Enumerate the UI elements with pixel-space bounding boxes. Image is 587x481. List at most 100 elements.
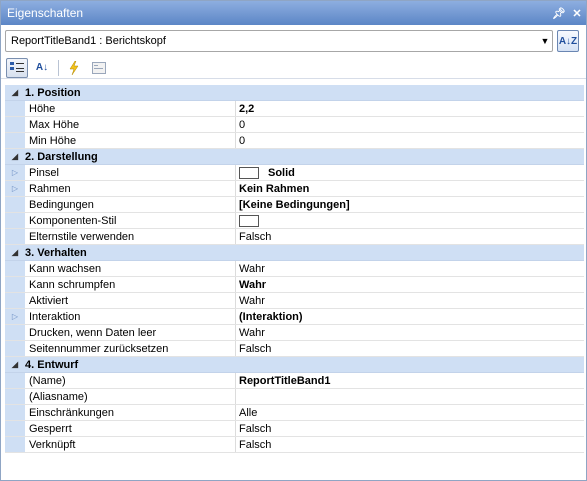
property-value[interactable]: Wahr: [236, 277, 584, 292]
property-row[interactable]: Kann wachsen Wahr: [5, 261, 584, 277]
expand-icon[interactable]: ▷: [5, 181, 25, 196]
category-label: 1. Position: [25, 86, 81, 99]
property-pages-button[interactable]: [88, 58, 110, 78]
property-value[interactable]: Falsch: [236, 437, 584, 452]
row-gutter: [5, 197, 25, 212]
category-header[interactable]: ◢ 4. Entwurf: [5, 357, 584, 373]
property-name: Kann schrumpfen: [25, 277, 236, 292]
property-value-text: 2,2: [239, 102, 255, 115]
category-label: 2. Darstellung: [25, 150, 98, 163]
title-bar: Eigenschaften 📌︎ ✕: [1, 1, 586, 25]
row-gutter: [5, 213, 25, 228]
property-row[interactable]: ▷ Rahmen Kein Rahmen: [5, 181, 584, 197]
property-value[interactable]: Kein Rahmen: [236, 181, 584, 196]
property-value[interactable]: Falsch: [236, 341, 584, 356]
property-row[interactable]: Max Höhe 0: [5, 117, 584, 133]
property-value[interactable]: [236, 213, 584, 228]
events-button[interactable]: [63, 58, 85, 78]
property-row[interactable]: (Aliasname): [5, 389, 584, 405]
pin-icon[interactable]: 📌︎: [550, 4, 568, 22]
property-grid: ◢ 1. Position Höhe 2,2 Max Höhe 0 Min Höhe 0 ◢ 2.…: [5, 85, 584, 453]
object-selector-row: ReportTitleBand1 : Berichtskopf ▼ A↓Z: [1, 25, 586, 57]
property-value[interactable]: Alle: [236, 405, 584, 420]
row-gutter: [5, 133, 25, 148]
property-row[interactable]: (Name) ReportTitleBand1: [5, 373, 584, 389]
expand-icon[interactable]: ▷: [5, 309, 25, 324]
property-value-text: 0: [239, 118, 246, 131]
property-value[interactable]: 0: [236, 133, 584, 148]
property-row[interactable]: Bedingungen [Keine Bedingungen]: [5, 197, 584, 213]
property-value-text: [Keine Bedingungen]: [239, 198, 350, 211]
property-value[interactable]: Wahr: [236, 325, 584, 340]
alphabetical-view-button[interactable]: A↓: [31, 58, 53, 78]
row-gutter: [5, 261, 25, 276]
category-header[interactable]: ◢ 2. Darstellung: [5, 149, 584, 165]
property-name: Kann wachsen: [25, 261, 236, 276]
row-gutter: [5, 405, 25, 420]
property-name: Gesperrt: [25, 421, 236, 436]
property-name: Rahmen: [25, 181, 236, 196]
alphabetical-view-icon: A↓: [35, 62, 49, 73]
property-name: Komponenten-Stil: [25, 213, 236, 228]
row-gutter: [5, 437, 25, 452]
property-row[interactable]: Verknüpft Falsch: [5, 437, 584, 453]
property-name: Max Höhe: [25, 117, 236, 132]
property-value[interactable]: Wahr: [236, 261, 584, 276]
expand-icon[interactable]: ▷: [5, 165, 25, 180]
property-value[interactable]: (Interaktion): [236, 309, 584, 324]
property-toolbar: A↓: [1, 57, 586, 79]
property-name: Höhe: [25, 101, 236, 116]
chevron-down-icon[interactable]: ▼: [538, 31, 552, 51]
property-value[interactable]: Wahr: [236, 293, 584, 308]
property-row[interactable]: Aktiviert Wahr: [5, 293, 584, 309]
category-header[interactable]: ◢ 3. Verhalten: [5, 245, 584, 261]
property-value-text: Falsch: [239, 438, 272, 451]
property-row[interactable]: Elternstile verwenden Falsch: [5, 229, 584, 245]
property-value-text: (Interaktion): [239, 310, 303, 323]
property-row[interactable]: Kann schrumpfen Wahr: [5, 277, 584, 293]
object-selector-dropdown[interactable]: ReportTitleBand1 : Berichtskopf ▼: [5, 30, 553, 52]
collapse-icon[interactable]: ◢: [5, 360, 25, 369]
property-row[interactable]: Höhe 2,2: [5, 101, 584, 117]
property-name: Interaktion: [25, 309, 236, 324]
property-value[interactable]: [236, 389, 584, 404]
property-row[interactable]: Gesperrt Falsch: [5, 421, 584, 437]
property-value[interactable]: [Keine Bedingungen]: [236, 197, 584, 212]
property-value[interactable]: Solid: [236, 165, 584, 180]
property-value[interactable]: ReportTitleBand1: [236, 373, 584, 388]
property-name: Verknüpft: [25, 437, 236, 452]
property-row[interactable]: Einschränkungen Alle: [5, 405, 584, 421]
property-value-text: Falsch: [239, 230, 272, 243]
collapse-icon[interactable]: ◢: [5, 248, 25, 257]
property-value-text: Wahr: [239, 262, 265, 275]
property-row[interactable]: Komponenten-Stil: [5, 213, 584, 229]
style-swatch: [239, 214, 259, 227]
property-pages-icon: [92, 61, 106, 74]
property-row[interactable]: Drucken, wenn Daten leer Wahr: [5, 325, 584, 341]
collapse-icon[interactable]: ◢: [5, 88, 25, 97]
property-row[interactable]: ▷ Pinsel Solid: [5, 165, 584, 181]
property-value[interactable]: 2,2: [236, 101, 584, 116]
property-value-text: 0: [239, 134, 246, 147]
collapse-icon[interactable]: ◢: [5, 152, 25, 161]
property-name: Elternstile verwenden: [25, 229, 236, 244]
close-icon[interactable]: ✕: [568, 4, 586, 22]
alphabetical-sort-button[interactable]: A↓Z: [557, 30, 579, 52]
property-name: Aktiviert: [25, 293, 236, 308]
property-row[interactable]: Min Höhe 0: [5, 133, 584, 149]
row-gutter: [5, 373, 25, 388]
category-header[interactable]: ◢ 1. Position: [5, 85, 584, 101]
property-name: Pinsel: [25, 165, 236, 180]
property-value[interactable]: 0: [236, 117, 584, 132]
properties-window: Eigenschaften 📌︎ ✕ ReportTitleBand1 : Be…: [0, 0, 587, 481]
row-gutter: [5, 389, 25, 404]
property-name: Seitennummer zurücksetzen: [25, 341, 236, 356]
property-row[interactable]: ▷ Interaktion (Interaktion): [5, 309, 584, 325]
property-name: Bedingungen: [25, 197, 236, 212]
property-value[interactable]: Falsch: [236, 229, 584, 244]
property-name: Min Höhe: [25, 133, 236, 148]
categorized-view-button[interactable]: [6, 57, 28, 78]
property-row[interactable]: Seitennummer zurücksetzen Falsch: [5, 341, 584, 357]
property-value-text: Wahr: [239, 278, 267, 291]
property-value[interactable]: Falsch: [236, 421, 584, 436]
